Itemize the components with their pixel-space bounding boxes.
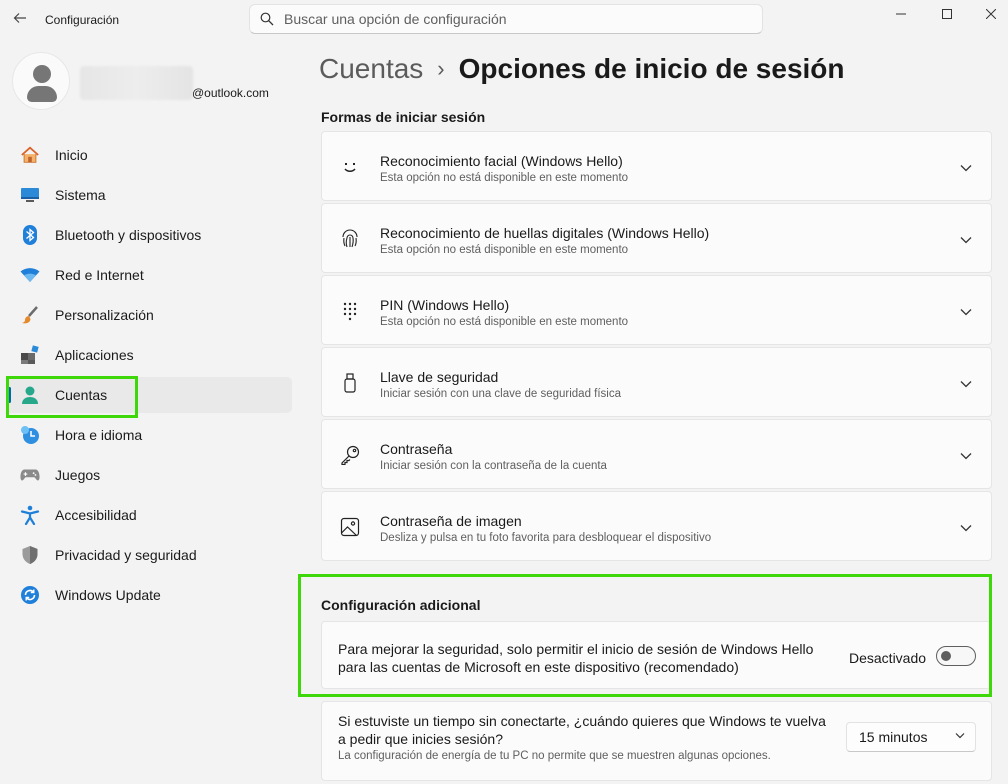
breadcrumb-parent[interactable]: Cuentas — [319, 53, 423, 85]
maximize-button[interactable] — [924, 0, 970, 28]
sidebar-item-windows-update[interactable]: Windows Update — [6, 577, 292, 613]
setting-note: La configuración de energía de tu PC no … — [338, 750, 771, 762]
gamepad-icon — [20, 465, 40, 485]
usb-key-icon — [338, 371, 362, 395]
chevron-down-icon[interactable] — [959, 521, 973, 535]
back-button[interactable] — [8, 6, 32, 30]
option-subtitle: Esta opción no está disponible en este m… — [380, 172, 629, 184]
highlight-box-cuentas — [6, 376, 138, 418]
breadcrumb: Cuentas › Opciones de inicio de sesión — [319, 53, 845, 85]
option-title: Contraseña — [380, 441, 453, 457]
chevron-down-icon[interactable] — [959, 233, 973, 247]
sidebar-item-label: Personalización — [55, 307, 154, 323]
signin-option-security-key[interactable]: Llave de seguridad Iniciar sesión con un… — [321, 347, 992, 417]
signin-option-fingerprint[interactable]: Reconocimiento de huellas digitales (Win… — [321, 203, 992, 273]
reauth-dropdown[interactable]: 15 minutos — [846, 722, 976, 752]
signin-option-picture-password[interactable]: Contraseña de imagen Desliza y pulsa en … — [321, 491, 992, 561]
sidebar-item-label: Juegos — [55, 467, 101, 483]
highlight-box-additional — [298, 574, 992, 697]
redacted-user-name — [80, 66, 193, 100]
sidebar-item-label: Inicio — [55, 147, 88, 163]
sidebar-item-label: Sistema — [55, 187, 106, 203]
sidebar-item-aplicaciones[interactable]: Aplicaciones — [6, 337, 292, 373]
home-icon — [20, 145, 40, 165]
section-title-signin: Formas de iniciar sesión — [321, 109, 486, 125]
signin-option-password[interactable]: Contraseña Iniciar sesión con la contras… — [321, 419, 992, 489]
monitor-icon — [20, 185, 40, 205]
sidebar-item-label: Windows Update — [55, 587, 161, 603]
chevron-down-icon[interactable] — [959, 161, 973, 175]
title-bar: Configuración — [0, 0, 1008, 40]
close-button[interactable] — [968, 0, 1008, 28]
chevron-down-icon — [955, 733, 965, 739]
option-subtitle: Iniciar sesión con una clave de segurida… — [380, 388, 622, 400]
option-title: Contraseña de imagen — [380, 513, 522, 529]
setting-text-line1: Si estuviste un tiempo sin conectarte, ¿… — [338, 713, 826, 729]
signin-option-pin[interactable]: PIN (Windows Hello) Esta opción no está … — [321, 275, 992, 345]
search-input[interactable] — [284, 11, 724, 27]
key-icon — [338, 443, 362, 467]
option-subtitle: Esta opción no está disponible en este m… — [380, 244, 629, 256]
sidebar-item-label: Red e Internet — [55, 267, 144, 283]
bluetooth-icon — [20, 225, 40, 245]
sidebar-item-label: Privacidad y seguridad — [55, 547, 197, 563]
search-icon — [260, 12, 274, 26]
option-title: PIN (Windows Hello) — [380, 297, 510, 313]
signin-option-face[interactable]: Reconocimiento facial (Windows Hello) Es… — [321, 131, 992, 201]
sidebar-item-label: Accesibilidad — [55, 507, 137, 523]
dropdown-value: 15 minutos — [859, 729, 928, 745]
sidebar-item-juegos[interactable]: Juegos — [6, 457, 292, 493]
option-subtitle: Esta opción no está disponible en este m… — [380, 316, 629, 328]
sidebar-item-inicio[interactable]: Inicio — [6, 137, 292, 173]
shield-icon — [20, 545, 40, 565]
sidebar-item-sistema[interactable]: Sistema — [6, 177, 292, 213]
setting-reauth: Si estuviste un tiempo sin conectarte, ¿… — [321, 701, 992, 781]
search-box[interactable] — [249, 4, 763, 34]
minimize-icon — [896, 13, 906, 15]
clock-globe-icon — [20, 425, 40, 445]
sidebar-item-bluetooth[interactable]: Bluetooth y dispositivos — [6, 217, 292, 253]
avatar — [12, 52, 70, 110]
apps-icon — [20, 345, 40, 365]
minimize-button[interactable] — [878, 0, 924, 28]
page-title: Opciones de inicio de sesión — [458, 53, 845, 84]
fingerprint-icon — [338, 227, 362, 251]
picture-icon — [338, 515, 362, 539]
face-icon — [338, 155, 362, 179]
user-profile[interactable]: @outlook.com — [12, 52, 292, 112]
breadcrumb-separator-icon: › — [437, 56, 445, 81]
sidebar-item-label: Bluetooth y dispositivos — [55, 227, 202, 243]
sidebar-item-label: Hora e idioma — [55, 427, 143, 443]
option-subtitle: Iniciar sesión con la contraseña de la c… — [380, 460, 607, 472]
option-title: Reconocimiento de huellas digitales (Win… — [380, 225, 710, 241]
user-email: @outlook.com — [192, 86, 269, 100]
option-title: Llave de seguridad — [380, 369, 499, 385]
maximize-icon — [942, 9, 952, 19]
close-icon — [986, 9, 996, 19]
sidebar-item-red[interactable]: Red e Internet — [6, 257, 292, 293]
sidebar-item-privacidad[interactable]: Privacidad y seguridad — [6, 537, 292, 573]
accessibility-icon — [20, 505, 40, 525]
wifi-icon — [20, 265, 40, 285]
option-subtitle: Desliza y pulsa en tu foto favorita para… — [380, 532, 712, 544]
option-title: Reconocimiento facial (Windows Hello) — [380, 153, 623, 169]
app-title: Configuración — [45, 13, 120, 27]
pin-keypad-icon — [338, 299, 362, 323]
brush-icon — [20, 305, 40, 325]
sidebar-item-hora[interactable]: Hora e idioma — [6, 417, 292, 453]
chevron-down-icon[interactable] — [959, 449, 973, 463]
chevron-down-icon[interactable] — [959, 305, 973, 319]
setting-text-line2: a pedir que inicies sesión? — [338, 731, 503, 747]
chevron-down-icon[interactable] — [959, 377, 973, 391]
arrow-left-icon — [13, 13, 26, 23]
update-icon — [20, 585, 40, 605]
sidebar-item-personalizacion[interactable]: Personalización — [6, 297, 292, 333]
sidebar-item-label: Aplicaciones — [55, 347, 134, 363]
sidebar-item-accesibilidad[interactable]: Accesibilidad — [6, 497, 292, 533]
